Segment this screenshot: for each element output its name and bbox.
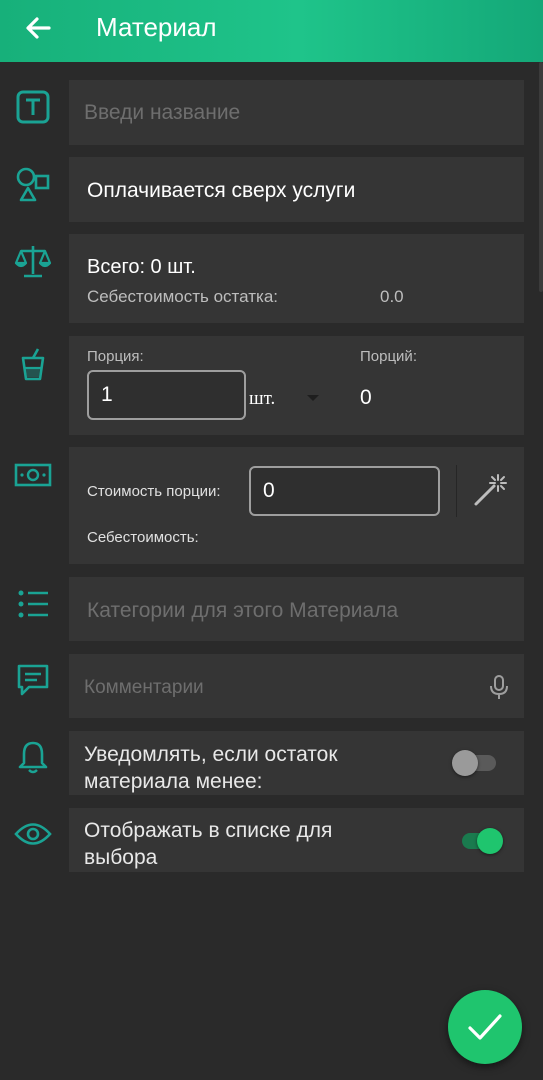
scales-icon — [14, 242, 52, 280]
comments-field[interactable]: Комментарии — [69, 654, 524, 718]
categories-field[interactable]: Категории для этого Материала — [69, 577, 524, 641]
scrollbar[interactable] — [539, 62, 543, 292]
comment-icon — [14, 661, 52, 699]
magic-wand-button[interactable] — [471, 471, 509, 509]
voice-input-button[interactable] — [487, 674, 511, 699]
notify-row[interactable]: Уведомлять, если остаток материала менее… — [69, 731, 524, 795]
money-icon — [14, 456, 52, 494]
categories-placeholder: Категории для этого Материала — [87, 599, 399, 622]
cup-icon — [14, 345, 52, 383]
magic-wand-icon — [474, 474, 507, 506]
show-in-list-label: Отображать в списке для выбора — [84, 819, 333, 869]
show-in-list-toggle-thumb[interactable] — [477, 828, 503, 854]
portion-label: Порция: — [87, 348, 144, 365]
portions-count-value: 0 — [360, 386, 372, 409]
portion-price-input[interactable]: 0 — [249, 466, 440, 516]
notify-toggle-thumb[interactable] — [452, 750, 478, 776]
portion-price-label: Стоимость порции: — [87, 483, 221, 500]
stock-total: Всего: 0 шт. — [87, 256, 196, 278]
name-field[interactable]: Введи название — [69, 80, 524, 145]
shapes-icon — [14, 165, 52, 203]
cost-price-label: Себестоимость: — [87, 529, 199, 546]
portion-price-value: 0 — [263, 479, 275, 502]
portion-value: 1 — [101, 383, 113, 406]
portion-input[interactable]: 1 — [87, 370, 246, 420]
name-input-placeholder: Введи название — [84, 101, 241, 124]
divider — [456, 465, 457, 517]
type-selector[interactable]: Оплачивается сверх услуги — [69, 157, 524, 222]
bell-icon — [14, 738, 52, 776]
dropdown-arrow-icon[interactable] — [306, 393, 320, 403]
app-bar: Материал — [0, 0, 543, 62]
save-fab-button[interactable] — [448, 990, 522, 1064]
unit-value: шт. — [249, 388, 276, 409]
microphone-icon — [490, 675, 508, 699]
show-in-list-row[interactable]: Отображать в списке для выбора — [69, 808, 524, 872]
portion-card: Порция: 1 шт. Порций: 0 — [69, 336, 524, 435]
stock-card: Всего: 0 шт. Себестоимость остатка: 0.0 — [69, 234, 524, 323]
back-button[interactable] — [18, 8, 58, 48]
price-card: Стоимость порции: 0 Себестоимость: — [69, 447, 524, 564]
notify-label: Уведомлять, если остаток материала менее… — [84, 743, 338, 793]
comments-placeholder: Комментарии — [84, 677, 204, 698]
portions-count-label: Порций: — [360, 348, 417, 365]
check-icon — [468, 1014, 502, 1040]
type-value: Оплачивается сверх услуги — [87, 179, 356, 202]
back-arrow-icon — [26, 17, 51, 39]
list-icon — [14, 585, 52, 623]
stock-cost-value: 0.0 — [380, 287, 404, 306]
unit-select[interactable]: шт. — [249, 388, 275, 410]
eye-icon — [14, 815, 52, 853]
stock-cost-label: Себестоимость остатка: — [87, 287, 279, 306]
text-icon — [14, 88, 52, 126]
page-title: Материал — [96, 12, 217, 42]
